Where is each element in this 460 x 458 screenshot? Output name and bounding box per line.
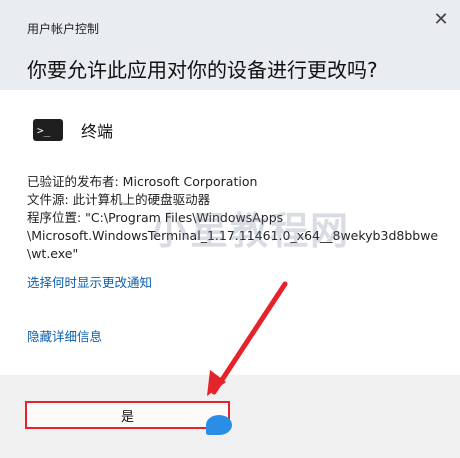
hide-details-link[interactable]: 隐藏详细信息 bbox=[27, 326, 102, 345]
location-line-1: 程序位置: "C:\Program Files\WindowsApps bbox=[27, 210, 284, 225]
dialog-header: 用户帐户控制 ✕ 你要允许此应用对你的设备进行更改吗? bbox=[0, 0, 460, 90]
publisher-text: 已验证的发布者: Microsoft Corporation bbox=[27, 174, 258, 189]
app-row: >_ 终端 bbox=[33, 118, 113, 142]
location-line-2: \Microsoft.WindowsTerminal_1.17.11461.0_… bbox=[27, 228, 439, 243]
yes-button[interactable]: 是 bbox=[25, 401, 230, 429]
app-details: 已验证的发布者: Microsoft Corporation 文件源: 此计算机… bbox=[27, 173, 447, 263]
dialog-title: 用户帐户控制 bbox=[27, 22, 100, 36]
location-line-3: \wt.exe" bbox=[27, 246, 79, 261]
app-name: 终端 bbox=[81, 122, 114, 141]
cursor-bubble-icon bbox=[206, 415, 232, 435]
close-icon[interactable]: ✕ bbox=[428, 6, 454, 32]
show-notifications-link[interactable]: 选择何时显示更改通知 bbox=[27, 272, 152, 291]
terminal-icon: >_ bbox=[33, 119, 63, 141]
source-text: 文件源: 此计算机上的硬盘驱动器 bbox=[27, 192, 211, 207]
dialog-question: 你要允许此应用对你的设备进行更改吗? bbox=[27, 58, 378, 82]
